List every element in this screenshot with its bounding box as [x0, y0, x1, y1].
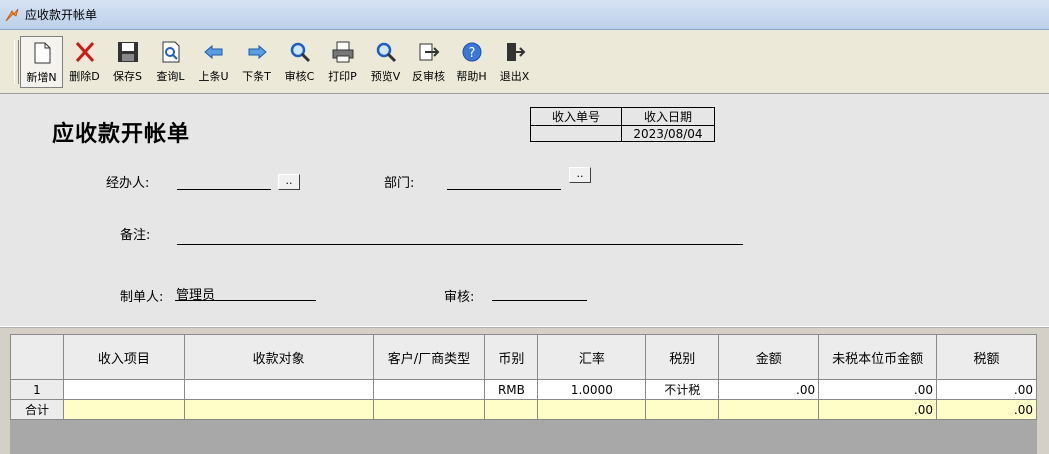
- delete-button-label: 删除D: [69, 70, 100, 83]
- exchange-rate-cell[interactable]: 1.0000: [537, 379, 647, 400]
- unaudit-button[interactable]: 反审核: [407, 36, 450, 88]
- tax-type-cell[interactable]: 不计税: [645, 379, 720, 400]
- save-disk-icon: [117, 42, 138, 62]
- total-cell: [645, 399, 720, 420]
- income-item-cell[interactable]: [62, 379, 185, 400]
- department-lookup-button[interactable]: ..: [569, 167, 591, 183]
- payer-cell[interactable]: [183, 379, 374, 400]
- help-icon: ?: [462, 42, 481, 62]
- remark-label: 备注:: [120, 228, 151, 243]
- preview-button[interactable]: 预览V: [364, 36, 407, 88]
- column-header[interactable]: 客户/厂商类型: [372, 334, 486, 380]
- tax-amount-cell[interactable]: .00: [936, 379, 1037, 400]
- section-divider: [0, 326, 1049, 328]
- row-number-cell: 1: [10, 379, 64, 400]
- receipt-number-value[interactable]: [530, 125, 622, 142]
- handler-label: 经办人:: [106, 176, 150, 191]
- query-magnifier-document-icon: [162, 41, 179, 63]
- total-label-cell: 合计: [10, 399, 64, 420]
- next-button[interactable]: 下条T: [235, 36, 278, 88]
- delete-x-icon: [75, 42, 94, 62]
- window-title: 应收款开帐单: [25, 8, 98, 22]
- delete-button[interactable]: 删除D: [63, 36, 106, 88]
- total-cell: [183, 399, 374, 420]
- previous-button[interactable]: 上条U: [192, 36, 235, 88]
- form-heading: 应收款开帐单: [52, 121, 191, 147]
- column-header[interactable]: 收款对象: [183, 334, 374, 380]
- new-document-icon: [34, 42, 50, 64]
- unaudit-button-label: 反审核: [412, 70, 445, 83]
- receipt-date-value[interactable]: 2023/08/04: [621, 125, 715, 142]
- preview-magnifier-icon: [376, 42, 396, 63]
- customer-type-cell[interactable]: [372, 379, 486, 400]
- maker-label: 制单人:: [120, 290, 164, 305]
- maker-field: [175, 300, 316, 301]
- query-button-label: 查询L: [156, 70, 185, 83]
- department-field[interactable]: [447, 189, 561, 190]
- audit-magnifier-icon: [290, 42, 310, 63]
- column-header[interactable]: 汇率: [537, 334, 647, 380]
- new-button[interactable]: 新增N: [20, 36, 63, 88]
- next-button-label: 下条T: [242, 70, 271, 83]
- help-button-label: 帮助H: [456, 70, 487, 83]
- exit-button-label: 退出X: [499, 70, 530, 83]
- column-header[interactable]: 金额: [718, 334, 820, 380]
- auditor-field: [492, 300, 587, 301]
- receipt-date-header: 收入日期: [621, 107, 715, 126]
- column-header[interactable]: 币别: [484, 334, 539, 380]
- title-bar: 应收款开帐单: [0, 0, 1049, 30]
- save-button[interactable]: 保存S: [106, 36, 149, 88]
- total-row: 合计 .00 .00: [10, 399, 1037, 420]
- arrow-left-icon: [203, 44, 222, 60]
- untaxed-base-amount-cell[interactable]: .00: [818, 379, 938, 400]
- svg-text:?: ?: [468, 46, 475, 61]
- unaudit-icon: [419, 43, 439, 61]
- audit-button-label: 审核C: [284, 70, 315, 83]
- column-header[interactable]: 未税本位币金额: [818, 334, 938, 380]
- receipt-number-header: 收入单号: [530, 107, 622, 126]
- audit-button[interactable]: 审核C: [278, 36, 321, 88]
- total-cell: [62, 399, 185, 420]
- auditor-label: 审核:: [444, 290, 475, 305]
- exit-button[interactable]: 退出X: [493, 36, 536, 88]
- form-area: 应收款开帐单 收入单号 收入日期 2023/08/04 经办人: .. 部门: …: [0, 94, 1049, 326]
- total-amount-cell: [718, 399, 820, 420]
- total-cell: [537, 399, 647, 420]
- column-header[interactable]: 税额: [936, 334, 1037, 380]
- amount-cell[interactable]: .00: [718, 379, 820, 400]
- handler-field[interactable]: [177, 189, 271, 190]
- handler-lookup-button[interactable]: ..: [278, 174, 300, 190]
- exit-door-icon: [506, 43, 525, 61]
- total-tax-amount-cell: .00: [936, 399, 1037, 420]
- total-untaxed-base-amount-cell: .00: [818, 399, 938, 420]
- table-row: 1 RMB 1.0000 不计税 .00 .00 .00: [10, 379, 1037, 400]
- currency-cell[interactable]: RMB: [484, 379, 539, 400]
- total-cell: [484, 399, 539, 420]
- save-button-label: 保存S: [113, 70, 142, 83]
- toolbar: 新增N 删除D 保存S 查询L 上条U 下条T 审核C 打印P 预览V 反审核 …: [0, 30, 1049, 94]
- detail-grid: 收入项目 收款对象 客户/厂商类型 币别 汇率 税别 金额 未税本位币金额 税额…: [10, 334, 1037, 420]
- column-header[interactable]: 收入项目: [62, 334, 185, 380]
- column-header[interactable]: 税别: [645, 334, 720, 380]
- remark-field[interactable]: [177, 244, 743, 245]
- help-button[interactable]: ? 帮助H: [450, 36, 493, 88]
- toolbar-grip[interactable]: [14, 40, 19, 84]
- receipt-info-table: 收入单号 收入日期 2023/08/04: [530, 107, 715, 142]
- department-label: 部门:: [384, 176, 415, 191]
- detail-grid-area: 收入项目 收款对象 客户/厂商类型 币别 汇率 税别 金额 未税本位币金额 税额…: [10, 334, 1037, 454]
- preview-button-label: 预览V: [370, 70, 401, 83]
- previous-button-label: 上条U: [198, 70, 229, 83]
- app-icon: [5, 8, 19, 21]
- query-button[interactable]: 查询L: [149, 36, 192, 88]
- arrow-right-icon: [248, 44, 267, 60]
- column-header: [10, 334, 64, 380]
- print-button-label: 打印P: [328, 70, 357, 83]
- print-button[interactable]: 打印P: [321, 36, 364, 88]
- total-cell: [372, 399, 486, 420]
- new-button-label: 新增N: [26, 71, 57, 84]
- grid-header-row: 收入项目 收款对象 客户/厂商类型 币别 汇率 税别 金额 未税本位币金额 税额: [10, 334, 1037, 380]
- printer-icon: [332, 41, 353, 63]
